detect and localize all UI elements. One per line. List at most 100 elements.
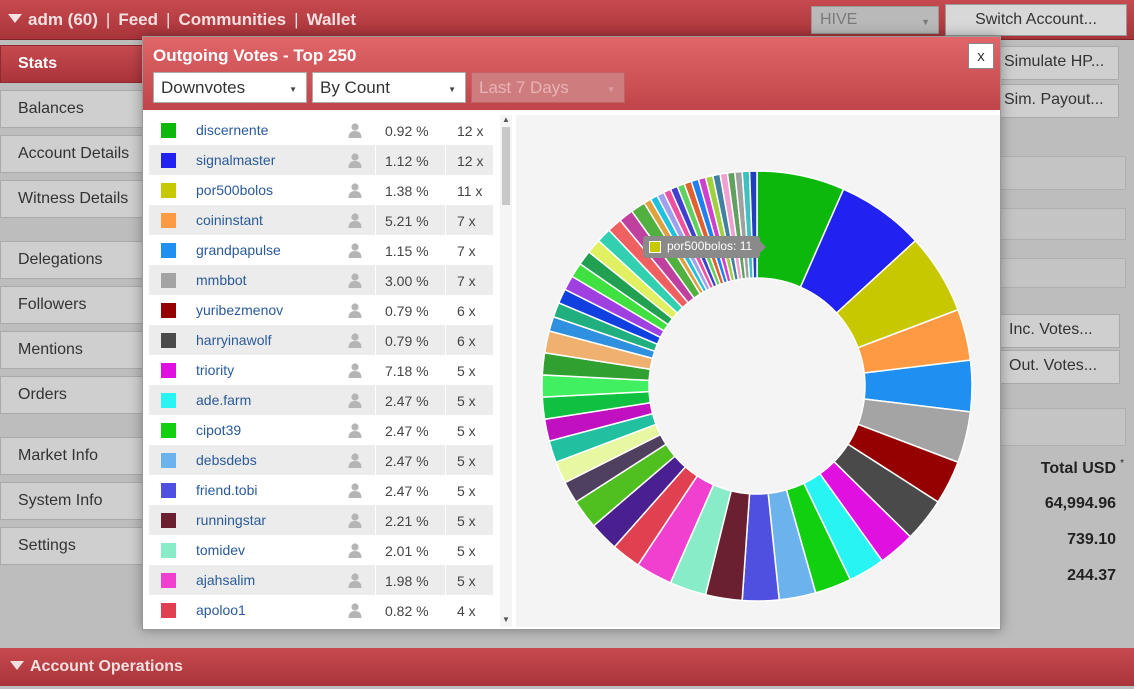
- vote-type-select[interactable]: Downvotes ▼: [153, 72, 307, 103]
- close-button[interactable]: x: [968, 43, 994, 69]
- color-swatch: [161, 603, 176, 618]
- tooltip-swatch: [649, 241, 661, 253]
- simulate-hp-button[interactable]: Simulate HP...: [995, 46, 1119, 80]
- account-link[interactable]: mmbbot: [196, 272, 247, 288]
- table-row: friend.tobi 2.47 % 5 x: [149, 475, 493, 505]
- sidebar-item-orders[interactable]: Orders: [0, 376, 150, 414]
- sidebar-item-settings[interactable]: Settings: [0, 527, 150, 565]
- vote-count: 5 x: [457, 543, 476, 559]
- chart-tooltip: por500bolos: 11: [643, 236, 767, 258]
- out-votes-button[interactable]: Out. Votes...: [1000, 350, 1120, 384]
- scroll-up-icon[interactable]: ▲: [502, 115, 510, 124]
- account-operations-bar[interactable]: Account Operations: [0, 648, 1134, 686]
- sidebar-item-market-info[interactable]: Market Info: [0, 437, 150, 475]
- account-link[interactable]: friend.tobi: [196, 482, 257, 498]
- account-link[interactable]: ajahsalim: [196, 572, 255, 588]
- user-icon[interactable]: [347, 482, 363, 498]
- user-icon[interactable]: [347, 122, 363, 138]
- account-link[interactable]: coininstant: [196, 212, 263, 228]
- color-swatch: [161, 213, 176, 228]
- dropdown-arrow-icon: ▼: [448, 85, 456, 94]
- table-row: harryinawolf 0.79 % 6 x: [149, 325, 493, 355]
- table-row: cipot39 2.47 % 5 x: [149, 415, 493, 445]
- vote-percent: 1.15 %: [385, 243, 429, 259]
- sim-payout-button[interactable]: Sim. Payout...: [995, 84, 1119, 118]
- vote-count: 7 x: [457, 243, 476, 259]
- user-icon[interactable]: [347, 212, 363, 228]
- account-link[interactable]: triority: [196, 362, 234, 378]
- account-link[interactable]: harryinawolf: [196, 332, 271, 348]
- sidebar-item-balances[interactable]: Balances: [0, 90, 150, 128]
- switch-account-button[interactable]: Switch Account...: [945, 4, 1127, 36]
- account-link[interactable]: signalmaster: [196, 152, 275, 168]
- sidebar-item-mentions[interactable]: Mentions: [0, 331, 150, 369]
- user-icon[interactable]: [347, 452, 363, 468]
- nav-communities[interactable]: Communities: [178, 10, 286, 29]
- user-icon[interactable]: [347, 542, 363, 558]
- bg-row: [1000, 208, 1126, 240]
- sidebar-item-witness-details[interactable]: Witness Details: [0, 180, 150, 218]
- inc-votes-button[interactable]: Inc. Votes...: [1000, 314, 1120, 348]
- sidebar-item-delegations[interactable]: Delegations: [0, 241, 150, 279]
- menu-caret-icon[interactable]: [8, 14, 22, 23]
- user-icon[interactable]: [347, 572, 363, 588]
- color-swatch: [161, 483, 176, 498]
- user-icon[interactable]: [347, 422, 363, 438]
- color-swatch: [161, 453, 176, 468]
- table-row: signalmaster 1.12 % 12 x: [149, 145, 493, 175]
- chain-select[interactable]: HIVE ▼: [811, 6, 939, 34]
- table-row: triority 7.18 % 5 x: [149, 355, 493, 385]
- bg-row: [1000, 156, 1126, 190]
- color-swatch: [161, 543, 176, 558]
- sidebar-item-stats[interactable]: Stats: [0, 45, 150, 83]
- color-swatch: [161, 513, 176, 528]
- account-link[interactable]: runningstar: [196, 512, 266, 528]
- user-icon[interactable]: [347, 182, 363, 198]
- vote-count: 7 x: [457, 273, 476, 289]
- user-icon[interactable]: [347, 392, 363, 408]
- user-icon[interactable]: [347, 602, 363, 618]
- vote-percent: 1.98 %: [385, 573, 429, 589]
- scroll-thumb[interactable]: [502, 127, 510, 205]
- dialog-header: Outgoing Votes - Top 250 x Downvotes ▼ By…: [143, 37, 1000, 110]
- account-link[interactable]: apoloo1: [196, 602, 246, 618]
- user-icon[interactable]: [347, 362, 363, 378]
- user-icon[interactable]: [347, 242, 363, 258]
- account-link[interactable]: ade.farm: [196, 392, 251, 408]
- account-link[interactable]: grandpapulse: [196, 242, 281, 258]
- account-link[interactable]: discernente: [196, 122, 268, 138]
- user-icon[interactable]: [347, 512, 363, 528]
- color-swatch: [161, 573, 176, 588]
- user-menu[interactable]: adm (60): [28, 10, 98, 29]
- nav-wallet[interactable]: Wallet: [307, 10, 356, 29]
- scroll-down-icon[interactable]: ▼: [502, 615, 510, 624]
- vote-percent: 0.92 %: [385, 123, 429, 139]
- list-scrollbar[interactable]: ▲ ▼: [500, 115, 512, 627]
- account-link[interactable]: debsdebs: [196, 452, 257, 468]
- user-icon[interactable]: [347, 332, 363, 348]
- total-usd-value: 244.37: [1067, 567, 1116, 584]
- vote-count: 5 x: [457, 573, 476, 589]
- table-row: yuribezmenov 0.79 % 6 x: [149, 295, 493, 325]
- account-link[interactable]: cipot39: [196, 422, 241, 438]
- table-row: mmbbot 3.00 % 7 x: [149, 265, 493, 295]
- sort-select[interactable]: By Count ▼: [312, 72, 466, 103]
- color-swatch: [161, 423, 176, 438]
- account-link[interactable]: por500bolos: [196, 182, 273, 198]
- nav-feed[interactable]: Feed: [118, 10, 158, 29]
- vote-percent: 0.82 %: [385, 603, 429, 619]
- vote-percent: 2.47 %: [385, 453, 429, 469]
- sidebar-item-followers[interactable]: Followers: [0, 286, 150, 324]
- sidebar-item-system-info[interactable]: System Info: [0, 482, 150, 520]
- user-icon[interactable]: [347, 302, 363, 318]
- account-link[interactable]: tomidev: [196, 542, 245, 558]
- bg-row: [1000, 258, 1126, 288]
- color-swatch: [161, 363, 176, 378]
- user-icon[interactable]: [347, 152, 363, 168]
- vote-count: 7 x: [457, 213, 476, 229]
- vote-percent: 2.47 %: [385, 483, 429, 499]
- sidebar-item-account-details[interactable]: Account Details: [0, 135, 150, 173]
- user-icon[interactable]: [347, 272, 363, 288]
- account-link[interactable]: yuribezmenov: [196, 302, 283, 318]
- color-swatch: [161, 303, 176, 318]
